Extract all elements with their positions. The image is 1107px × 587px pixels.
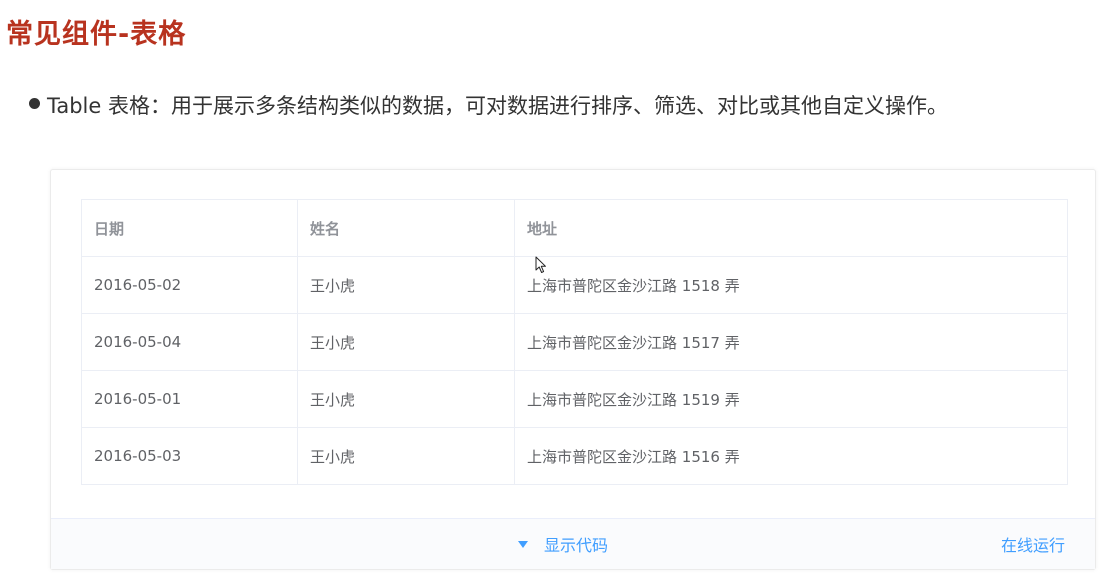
cell-name: 王小虎: [297, 256, 515, 314]
cell-date: 2016-05-01: [81, 370, 298, 428]
demo-card: 日期 姓名 地址 2016-05-02 王小虎 上海市普陀区金沙江路 1518 …: [50, 169, 1096, 570]
description-text: Table 表格：用于展示多条结构类似的数据，可对数据进行排序、筛选、对比或其他…: [47, 94, 948, 118]
cell-name: 王小虎: [297, 313, 515, 371]
mouse-cursor-icon: [535, 256, 546, 273]
cell-date: 2016-05-04: [81, 313, 298, 371]
run-online-link[interactable]: 在线运行: [1001, 519, 1065, 569]
column-header-date[interactable]: 日期: [81, 199, 298, 257]
cell-address: 上海市普陀区金沙江路 1516 弄: [514, 427, 1068, 485]
bullet-line: Table 表格：用于展示多条结构类似的数据，可对数据进行排序、筛选、对比或其他…: [0, 86, 1107, 120]
table-row[interactable]: 2016-05-03 王小虎 上海市普陀区金沙江路 1516 弄: [81, 427, 1068, 485]
column-header-address[interactable]: 地址: [514, 199, 1068, 257]
caret-down-icon: [518, 540, 528, 548]
cell-name: 王小虎: [297, 370, 515, 428]
show-code-label: 显示代码: [544, 536, 609, 555]
table-row[interactable]: 2016-05-04 王小虎 上海市普陀区金沙江路 1517 弄: [81, 313, 1068, 371]
page: 常见组件-表格 Table 表格：用于展示多条结构类似的数据，可对数据进行排序、…: [0, 0, 1107, 587]
demo-card-footer: 显示代码 在线运行: [51, 518, 1095, 569]
bullet-dot-icon: [29, 98, 40, 109]
cell-address: 上海市普陀区金沙江路 1519 弄: [514, 370, 1068, 428]
cell-date: 2016-05-03: [81, 427, 298, 485]
cell-name: 王小虎: [297, 427, 515, 485]
cell-address: 上海市普陀区金沙江路 1517 弄: [514, 313, 1068, 371]
page-title: 常见组件-表格: [6, 19, 187, 50]
show-code-button[interactable]: 显示代码: [518, 519, 608, 569]
table-header-row: 日期 姓名 地址: [81, 199, 1068, 257]
column-header-name[interactable]: 姓名: [297, 199, 515, 257]
data-table: 日期 姓名 地址 2016-05-02 王小虎 上海市普陀区金沙江路 1518 …: [81, 199, 1068, 485]
table-row[interactable]: 2016-05-01 王小虎 上海市普陀区金沙江路 1519 弄: [81, 370, 1068, 428]
table-row[interactable]: 2016-05-02 王小虎 上海市普陀区金沙江路 1518 弄: [81, 256, 1068, 314]
cell-address: 上海市普陀区金沙江路 1518 弄: [514, 256, 1068, 314]
cell-date: 2016-05-02: [81, 256, 298, 314]
